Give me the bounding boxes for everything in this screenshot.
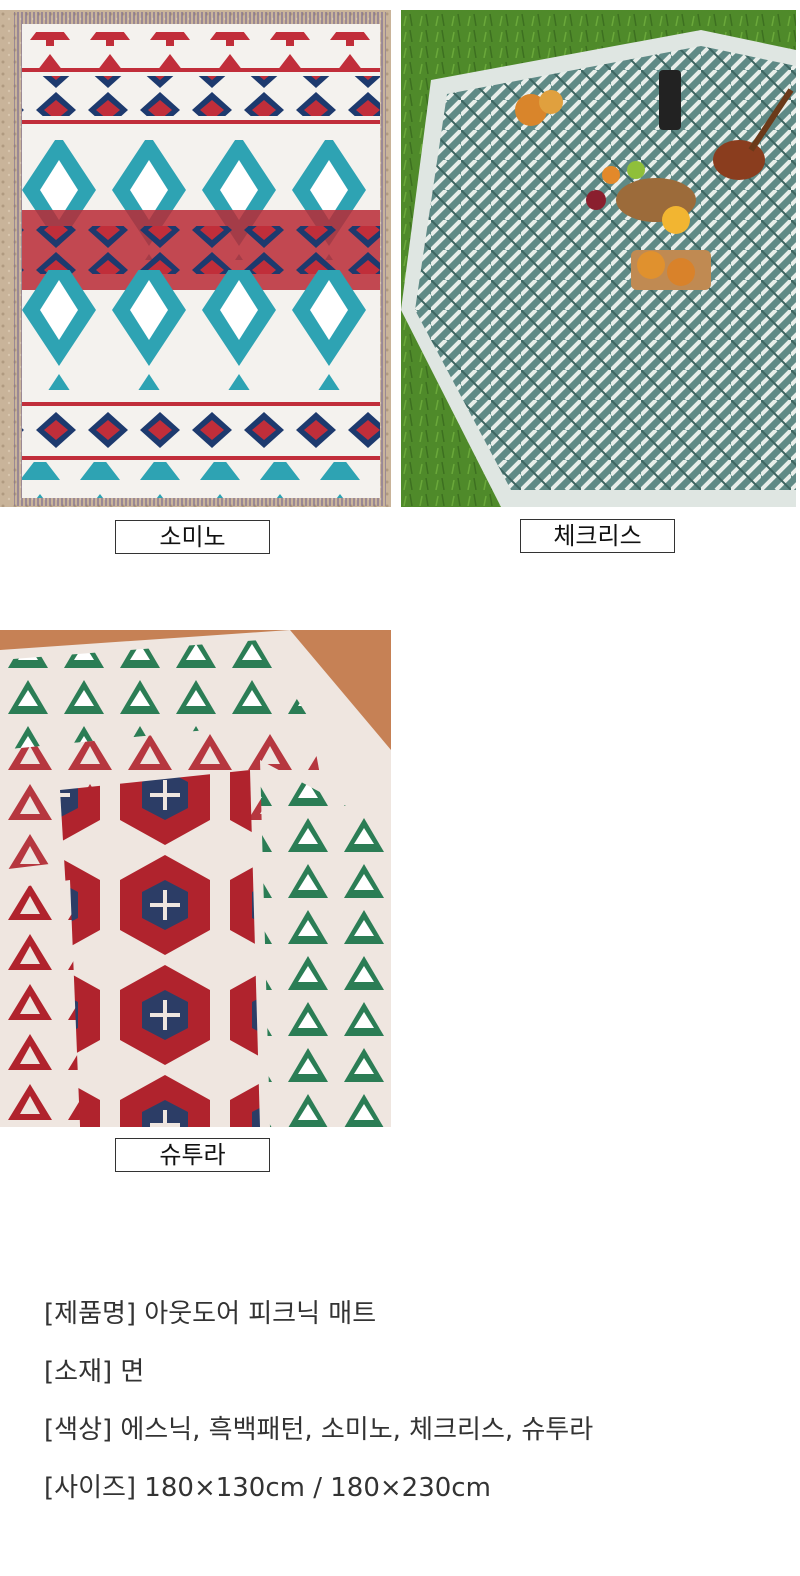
- spec-colors: [색상] 에스닉, 흑백패턴, 소미노, 체크리스, 슈투라: [44, 1415, 594, 1445]
- spec-size: [사이즈] 180×130cm / 180×230cm: [44, 1473, 491, 1503]
- spec-product-name: [제품명] 아웃도어 피크닉 매트: [44, 1299, 377, 1329]
- spec-material: [소재] 면: [44, 1357, 145, 1387]
- product-label-shutura: 슈투라: [115, 1138, 270, 1172]
- product-label-chekris: 체크리스: [520, 519, 675, 553]
- product-photo-chekris: [401, 10, 796, 507]
- product-photo-shutura: [0, 630, 391, 1127]
- product-label-somino: 소미노: [115, 520, 270, 554]
- product-photo-somino: [0, 10, 391, 507]
